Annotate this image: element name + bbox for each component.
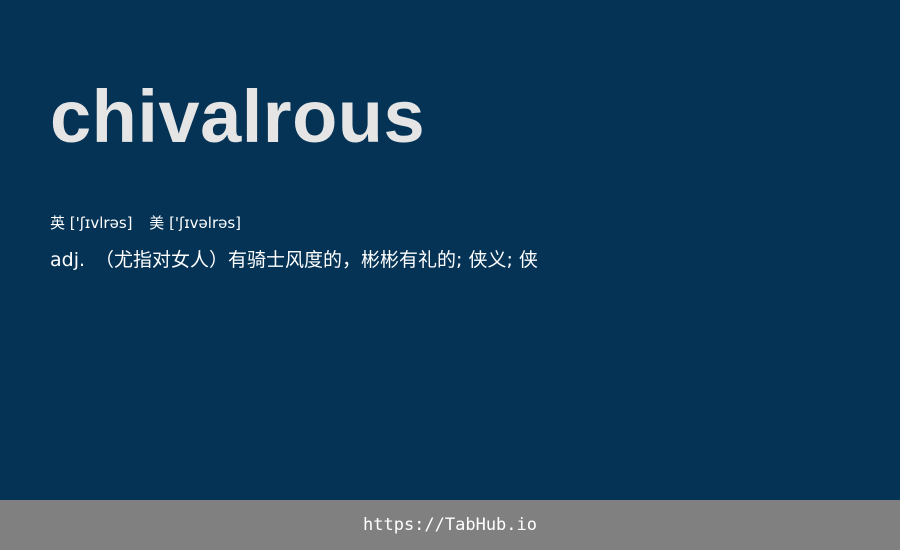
uk-phonetic: ['ʃɪvlrəs] xyxy=(69,214,133,232)
us-phonetic: ['ʃɪvəlrəs] xyxy=(169,214,242,232)
us-label: 美 xyxy=(149,214,165,232)
definition-row: adj. （尤指对女人）有骑士风度的，彬彬有礼的; 侠义; 侠 xyxy=(50,246,538,274)
word-card: chivalrous 英 ['ʃɪvlrəs] 美 ['ʃɪvəlrəs] ad… xyxy=(0,0,900,500)
tabhub-link[interactable]: https://TabHub.io xyxy=(0,500,900,550)
part-of-speech: adj. xyxy=(50,249,86,271)
uk-label: 英 xyxy=(50,214,66,232)
headword: chivalrous xyxy=(50,75,426,158)
pronunciation-row: 英 ['ʃɪvlrəs] 美 ['ʃɪvəlrəs] xyxy=(50,212,241,234)
definition-text: （尤指对女人）有骑士风度的，彬彬有礼的; 侠义; 侠 xyxy=(95,249,538,271)
footer-bar: https://TabHub.io xyxy=(0,500,900,550)
